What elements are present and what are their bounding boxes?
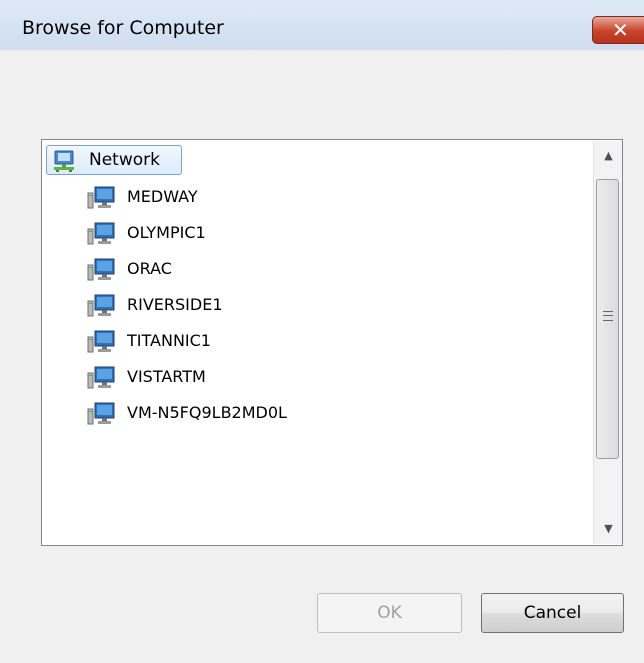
tree-item-computer[interactable]: VISTARTM [87,362,537,392]
tree-item-label: VISTARTM [127,367,206,386]
vertical-scrollbar[interactable]: ▲ ▼ [593,141,622,544]
tree-item-label: ORAC [127,259,172,278]
arrow-up-icon: ▲ [604,149,613,162]
arrow-down-icon: ▼ [604,522,613,535]
computer-icon [87,186,115,209]
computer-icon [87,258,115,281]
tree-item-computer[interactable]: MEDWAY [87,182,537,212]
tree-item-label: RIVERSIDE1 [127,295,223,314]
window-title: Browse for Computer [22,17,224,39]
computer-icon [87,402,115,425]
grip-icon [603,311,613,321]
cancel-button[interactable]: Cancel [481,593,624,633]
computer-icon [87,330,115,353]
tree-item-label: OLYMPIC1 [127,223,206,242]
tree-item-label: TITANNIC1 [127,331,211,350]
computer-icon [87,366,115,389]
tree-item-computer[interactable]: RIVERSIDE1 [87,290,537,320]
scroll-down-button[interactable]: ▼ [594,514,623,544]
computer-icon [87,222,115,245]
tree-item-computer[interactable]: OLYMPIC1 [87,218,537,248]
scrollbar-thumb[interactable] [596,179,619,459]
ok-button[interactable]: OK [317,593,462,633]
computer-tree-view[interactable]: Network MEDWAY OLYMPIC1 ORAC RIVERSIDE1 … [41,139,623,546]
computer-icon [87,294,115,317]
title-bar[interactable]: Browse for Computer ✕ [0,0,644,50]
tree-item-label: MEDWAY [127,187,198,206]
network-icon [54,150,74,172]
tree-item-computer[interactable]: TITANNIC1 [87,326,537,356]
tree-item-computer[interactable]: VM-N5FQ9LB2MD0L [87,398,537,428]
tree-item-network[interactable]: Network [46,145,182,175]
scroll-up-button[interactable]: ▲ [594,141,623,171]
close-button[interactable]: ✕ [592,16,644,44]
close-icon: ✕ [612,18,629,42]
browse-for-computer-dialog: Browse for Computer ✕ Network MEDWAY OLY… [0,0,644,663]
tree-item-label: Network [89,150,160,170]
tree-item-computer[interactable]: ORAC [87,254,537,284]
tree-item-label: VM-N5FQ9LB2MD0L [127,403,287,422]
